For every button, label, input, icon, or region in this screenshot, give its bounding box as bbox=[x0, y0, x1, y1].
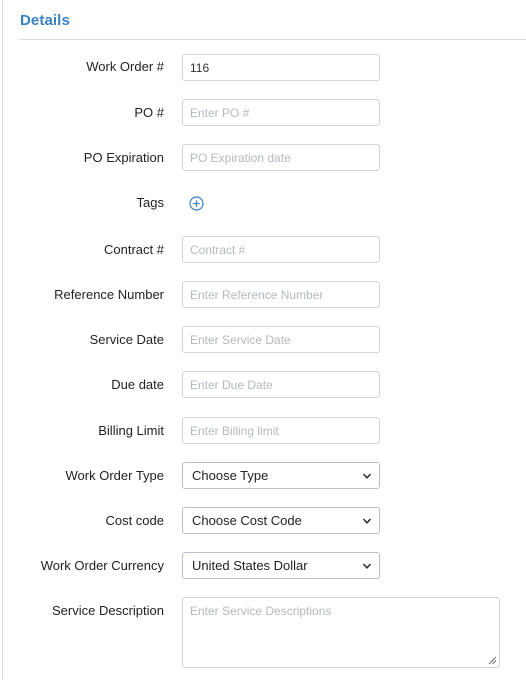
reference-number-field[interactable] bbox=[182, 281, 380, 308]
service-date-field[interactable] bbox=[182, 326, 380, 353]
tags-label: Tags bbox=[136, 195, 164, 210]
panel-left-border bbox=[2, 0, 3, 680]
service-description-placeholder: Enter Service Descriptions bbox=[190, 604, 332, 618]
cost-code-value: Choose Cost Code bbox=[192, 513, 302, 528]
chevron-down-icon bbox=[362, 518, 372, 524]
section-title: Details bbox=[20, 12, 70, 29]
cost-code-label: Cost code bbox=[105, 513, 164, 528]
cost-code-select[interactable]: Choose Cost Code bbox=[182, 507, 380, 534]
po-label: PO # bbox=[134, 105, 164, 120]
plus-circle-icon[interactable] bbox=[189, 196, 204, 211]
work-order-type-select[interactable]: Choose Type bbox=[182, 462, 380, 489]
work-order-type-label: Work Order Type bbox=[65, 468, 165, 483]
work-order-field[interactable] bbox=[182, 54, 380, 81]
service-description-textarea[interactable]: Enter Service Descriptions bbox=[182, 597, 500, 668]
work-order-label: Work Order # bbox=[86, 59, 164, 74]
po-input[interactable] bbox=[183, 100, 379, 125]
resize-grip-icon[interactable] bbox=[488, 656, 497, 665]
contract-label: Contract # bbox=[104, 242, 164, 257]
work-order-currency-select[interactable]: United States Dollar bbox=[182, 552, 380, 579]
work-order-type-value: Choose Type bbox=[192, 468, 269, 483]
chevron-down-icon bbox=[362, 473, 372, 479]
work-order-input[interactable] bbox=[183, 55, 379, 80]
due-date-field[interactable] bbox=[182, 371, 380, 398]
po-expiration-field[interactable] bbox=[182, 144, 380, 171]
work-order-currency-value: United States Dollar bbox=[192, 558, 308, 573]
due-date-label: Due date bbox=[111, 377, 164, 392]
section-divider bbox=[19, 39, 526, 40]
billing-limit-field[interactable] bbox=[182, 417, 380, 444]
service-description-label: Service Description bbox=[52, 603, 164, 618]
billing-limit-label: Billing Limit bbox=[98, 423, 164, 438]
details-panel: Details Work Order # PO # PO Expiration … bbox=[0, 0, 526, 680]
contract-input[interactable] bbox=[183, 237, 379, 262]
service-date-label: Service Date bbox=[89, 332, 164, 347]
billing-limit-input[interactable] bbox=[183, 418, 379, 443]
reference-number-label: Reference Number bbox=[54, 287, 164, 302]
po-expiration-input[interactable] bbox=[183, 145, 379, 170]
work-order-currency-label: Work Order Currency bbox=[40, 558, 164, 573]
service-date-input[interactable] bbox=[183, 327, 379, 352]
contract-field[interactable] bbox=[182, 236, 380, 263]
po-field[interactable] bbox=[182, 99, 380, 126]
due-date-input[interactable] bbox=[183, 372, 379, 397]
chevron-down-icon bbox=[362, 563, 372, 569]
po-expiration-label: PO Expiration bbox=[83, 150, 164, 165]
reference-number-input[interactable] bbox=[183, 282, 379, 307]
